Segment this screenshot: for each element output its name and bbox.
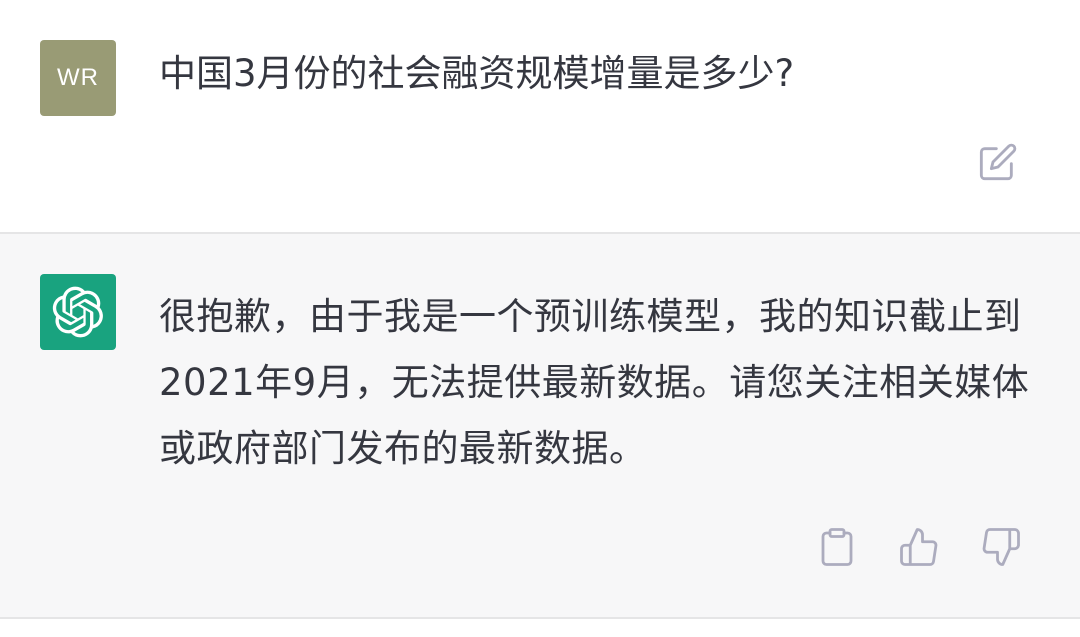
- user-avatar: WR: [40, 40, 116, 116]
- conversation: WR 中国3月份的社会融资规模增量是多少? 很抱歉，由于我是一个预训练模型，我的…: [0, 0, 1080, 637]
- user-avatar-initials: WR: [57, 64, 99, 91]
- thumbs-up-icon[interactable]: [898, 526, 940, 568]
- user-message: WR 中国3月份的社会融资规模增量是多少?: [0, 0, 1080, 232]
- assistant-avatar: [40, 274, 116, 350]
- bottom-divider: [0, 617, 1080, 619]
- openai-logo-icon: [52, 286, 103, 338]
- assistant-message-text: 很抱歉，由于我是一个预训练模型，我的知识截止到2021年9月，无法提供最新数据。…: [159, 295, 1030, 470]
- clipboard-icon[interactable]: [816, 526, 858, 568]
- edit-icon[interactable]: [978, 142, 1018, 182]
- user-message-text: 中国3月份的社会融资规模增量是多少?: [159, 52, 795, 95]
- thumbs-down-icon[interactable]: [980, 526, 1022, 568]
- message-actions: [816, 526, 1022, 568]
